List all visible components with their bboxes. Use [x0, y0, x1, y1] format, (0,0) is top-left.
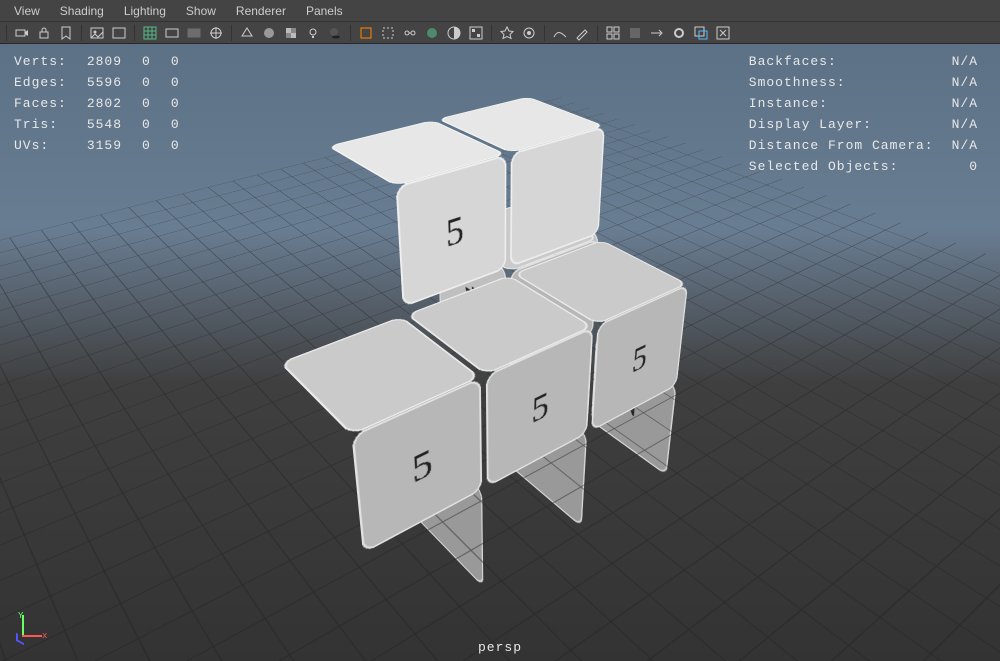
- dice-face-label: 5: [445, 204, 464, 256]
- stat-value: 0: [171, 73, 198, 92]
- menu-bar: View Shading Lighting Show Renderer Pane…: [0, 0, 1000, 22]
- stat-label: Verts:: [14, 52, 85, 71]
- resolution-gate-icon[interactable]: [163, 24, 181, 42]
- gate-mask-icon[interactable]: [185, 24, 203, 42]
- stat-value: 0: [142, 115, 169, 134]
- toolbar-separator: [544, 25, 545, 41]
- render-icon[interactable]: [520, 24, 538, 42]
- stat-value: 0: [942, 157, 984, 176]
- motion-trail-icon[interactable]: [551, 24, 569, 42]
- stat-label: Distance From Camera:: [749, 136, 940, 155]
- menu-view[interactable]: View: [4, 4, 50, 18]
- bookmark-icon[interactable]: [57, 24, 75, 42]
- stat-label: Selected Objects:: [749, 157, 940, 176]
- poly-count-hud: Verts:280900 Edges:559600 Faces:280200 T…: [12, 50, 200, 157]
- stat-label: Faces:: [14, 94, 85, 113]
- grid-icon[interactable]: [141, 24, 159, 42]
- y-axis-label: Y: [18, 611, 23, 621]
- toolbar-separator: [231, 25, 232, 41]
- use-lights-icon[interactable]: [304, 24, 322, 42]
- menu-shading[interactable]: Shading: [50, 4, 114, 18]
- camera-name-label: persp: [0, 640, 1000, 655]
- stat-label: Instance:: [749, 94, 940, 113]
- field-chart-icon[interactable]: [207, 24, 225, 42]
- menu-panels[interactable]: Panels: [296, 4, 353, 18]
- stat-label: Display Layer:: [749, 115, 940, 134]
- dof-icon[interactable]: [670, 24, 688, 42]
- stat-value: N/A: [942, 73, 984, 92]
- stat-value: 0: [142, 136, 169, 155]
- toolbar-separator: [597, 25, 598, 41]
- stat-value: 5596: [87, 73, 140, 92]
- image-plane-icon[interactable]: [88, 24, 106, 42]
- stat-value: 0: [171, 52, 198, 71]
- xray-icon[interactable]: [379, 24, 397, 42]
- gamma-icon[interactable]: [467, 24, 485, 42]
- viewport-panel[interactable]: 5 5 5 4 5 4: [0, 44, 1000, 661]
- grease-pencil-icon[interactable]: [573, 24, 591, 42]
- stat-value: 0: [142, 73, 169, 92]
- stat-value: 0: [142, 52, 169, 71]
- shadows-icon[interactable]: [326, 24, 344, 42]
- stat-label: Tris:: [14, 115, 85, 134]
- viewport-toolbar: [0, 22, 1000, 44]
- stat-value: N/A: [942, 94, 984, 113]
- stat-label: UVs:: [14, 136, 85, 155]
- menu-show[interactable]: Show: [176, 4, 226, 18]
- stat-value: N/A: [942, 115, 984, 134]
- lock-camera-icon[interactable]: [35, 24, 53, 42]
- maximize-icon[interactable]: [714, 24, 732, 42]
- xray-components-icon[interactable]: [423, 24, 441, 42]
- lights-icon[interactable]: [498, 24, 516, 42]
- menu-renderer[interactable]: Renderer: [226, 4, 296, 18]
- toolbar-separator: [134, 25, 135, 41]
- stat-value: 0: [171, 115, 198, 134]
- stat-value: 0: [171, 136, 198, 155]
- isolate-select-icon[interactable]: [357, 24, 375, 42]
- select-camera-icon[interactable]: [13, 24, 31, 42]
- toolbar-separator: [81, 25, 82, 41]
- stat-value: 0: [142, 94, 169, 113]
- ssao-icon[interactable]: [626, 24, 644, 42]
- stat-value: 2802: [87, 94, 140, 113]
- stat-label: Edges:: [14, 73, 85, 92]
- xray-joints-icon[interactable]: [401, 24, 419, 42]
- multisample-icon[interactable]: [604, 24, 622, 42]
- toolbar-separator: [491, 25, 492, 41]
- object-details-hud: Backfaces:N/A Smoothness:N/A Instance:N/…: [747, 50, 986, 178]
- stat-value: 0: [171, 94, 198, 113]
- smooth-shade-icon[interactable]: [260, 24, 278, 42]
- wireframe-icon[interactable]: [238, 24, 256, 42]
- x-axis-icon: [22, 635, 42, 637]
- stat-value: 5548: [87, 115, 140, 134]
- toolbar-separator: [6, 25, 7, 41]
- motion-blur-icon[interactable]: [648, 24, 666, 42]
- stat-label: Smoothness:: [749, 73, 940, 92]
- dice-face-label: 5: [631, 333, 649, 381]
- film-gate-icon[interactable]: [110, 24, 128, 42]
- stat-value: N/A: [942, 52, 984, 71]
- stat-value: 2809: [87, 52, 140, 71]
- stat-label: Backfaces:: [749, 52, 940, 71]
- toolbar-separator: [350, 25, 351, 41]
- stat-value: 3159: [87, 136, 140, 155]
- exposure-icon[interactable]: [445, 24, 463, 42]
- floating-viewport-icon[interactable]: [692, 24, 710, 42]
- dice-face-label: 5: [531, 380, 549, 431]
- stat-value: N/A: [942, 136, 984, 155]
- dice-face-label: 5: [411, 437, 434, 492]
- menu-lighting[interactable]: Lighting: [114, 4, 176, 18]
- textured-icon[interactable]: [282, 24, 300, 42]
